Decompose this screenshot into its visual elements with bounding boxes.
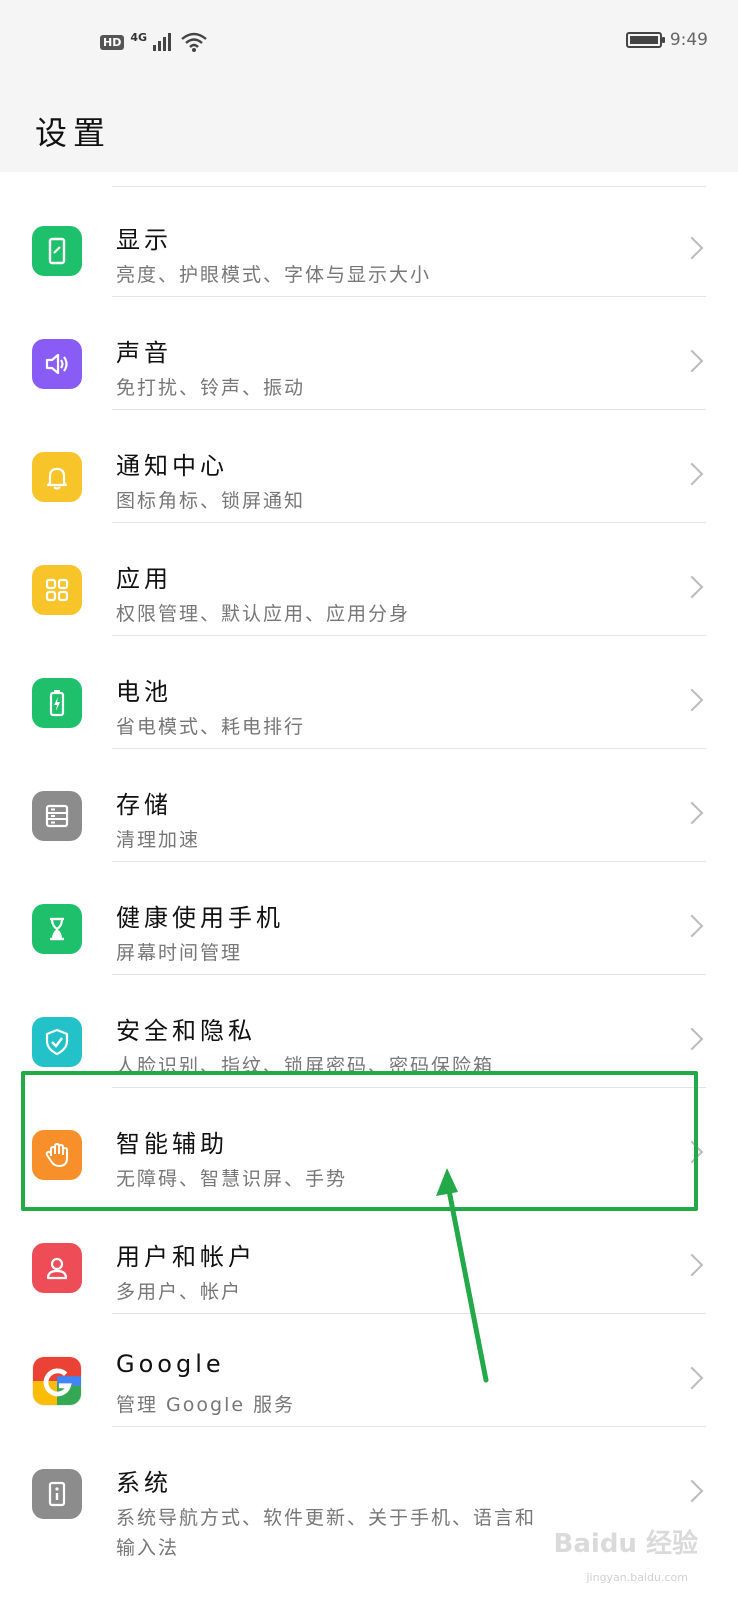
- chevron-right-icon: [680, 1366, 704, 1390]
- status-bar: HD 4G 9:49: [0, 0, 738, 92]
- battery-icon: [32, 678, 82, 728]
- settings-item-storage[interactable]: 存储 清理加速: [0, 749, 738, 862]
- chevron-right-icon: [680, 349, 704, 373]
- item-subtitle: 屏幕时间管理: [116, 942, 243, 964]
- status-left: HD 4G: [100, 30, 207, 52]
- chevron-right-icon: [680, 462, 704, 486]
- storage-icon: [32, 791, 82, 841]
- highlight-box: [21, 1071, 698, 1211]
- item-subtitle: 清理加速: [116, 829, 201, 851]
- item-title: 存储: [116, 791, 172, 819]
- speaker-icon: [32, 339, 82, 389]
- item-title: 应用: [116, 565, 172, 593]
- network-type: 4G: [130, 30, 148, 44]
- settings-item-digital-balance[interactable]: 健康使用手机 屏幕时间管理: [0, 862, 738, 975]
- user-icon: [32, 1243, 82, 1293]
- item-subtitle-line2: 输入法: [116, 1537, 180, 1559]
- item-title: 通知中心: [116, 452, 228, 480]
- watermark: Baidu 经验: [553, 1529, 698, 1559]
- settings-item-notifications[interactable]: 通知中心 图标角标、锁屏通知: [0, 410, 738, 523]
- item-title: 安全和隐私: [116, 1017, 256, 1045]
- apps-grid-icon: [32, 565, 82, 615]
- info-icon: [32, 1469, 82, 1519]
- chevron-right-icon: [680, 1253, 704, 1277]
- item-subtitle: 免打扰、铃声、振动: [116, 377, 306, 399]
- google-icon: [32, 1356, 82, 1406]
- chevron-right-icon: [680, 236, 704, 260]
- page-title: 设置: [35, 114, 112, 152]
- status-right: 9:49: [625, 30, 708, 50]
- item-subtitle: 系统导航方式、软件更新、关于手机、语言和: [116, 1507, 537, 1529]
- chevron-right-icon: [680, 688, 704, 712]
- item-title: 显示: [116, 226, 172, 254]
- item-title: 用户和帐户: [116, 1243, 256, 1271]
- signal-icon: [153, 33, 172, 51]
- watermark-url: jingyan.baidu.com: [586, 1571, 688, 1584]
- chevron-right-icon: [680, 1479, 704, 1503]
- settings-item-display[interactable]: 显示 亮度、护眼模式、字体与显示大小: [0, 184, 738, 297]
- item-subtitle: 省电模式、耗电排行: [116, 716, 306, 738]
- item-subtitle: 管理 Google 服务: [116, 1394, 296, 1416]
- hd-badge: HD: [100, 34, 125, 50]
- item-title: 健康使用手机: [116, 904, 284, 932]
- chevron-right-icon: [680, 801, 704, 825]
- hourglass-icon: [32, 904, 82, 954]
- phone-display-icon: [32, 226, 82, 276]
- settings-item-apps[interactable]: 应用 权限管理、默认应用、应用分身: [0, 523, 738, 636]
- item-title: 电池: [116, 678, 172, 706]
- item-subtitle: 亮度、护眼模式、字体与显示大小: [116, 264, 432, 286]
- chevron-right-icon: [680, 1027, 704, 1051]
- settings-item-sound[interactable]: 声音 免打扰、铃声、振动: [0, 297, 738, 410]
- item-subtitle: 权限管理、默认应用、应用分身: [116, 603, 411, 625]
- settings-item-google[interactable]: Google 管理 Google 服务: [0, 1314, 738, 1427]
- shield-check-icon: [32, 1017, 82, 1067]
- settings-item-users-accounts[interactable]: 用户和帐户 多用户、帐户: [0, 1201, 738, 1314]
- clock: 9:49: [669, 30, 708, 50]
- item-subtitle: 图标角标、锁屏通知: [116, 490, 306, 512]
- bell-icon: [32, 452, 82, 502]
- header: 设置: [0, 92, 738, 172]
- wifi-icon: [181, 32, 207, 52]
- item-title: 系统: [116, 1469, 172, 1497]
- item-subtitle: 多用户、帐户: [116, 1281, 243, 1303]
- item-title: Google: [116, 1350, 225, 1378]
- battery-status-icon: [625, 32, 665, 48]
- chevron-right-icon: [680, 914, 704, 938]
- chevron-right-icon: [680, 575, 704, 599]
- settings-item-battery[interactable]: 电池 省电模式、耗电排行: [0, 636, 738, 749]
- item-title: 声音: [116, 339, 172, 367]
